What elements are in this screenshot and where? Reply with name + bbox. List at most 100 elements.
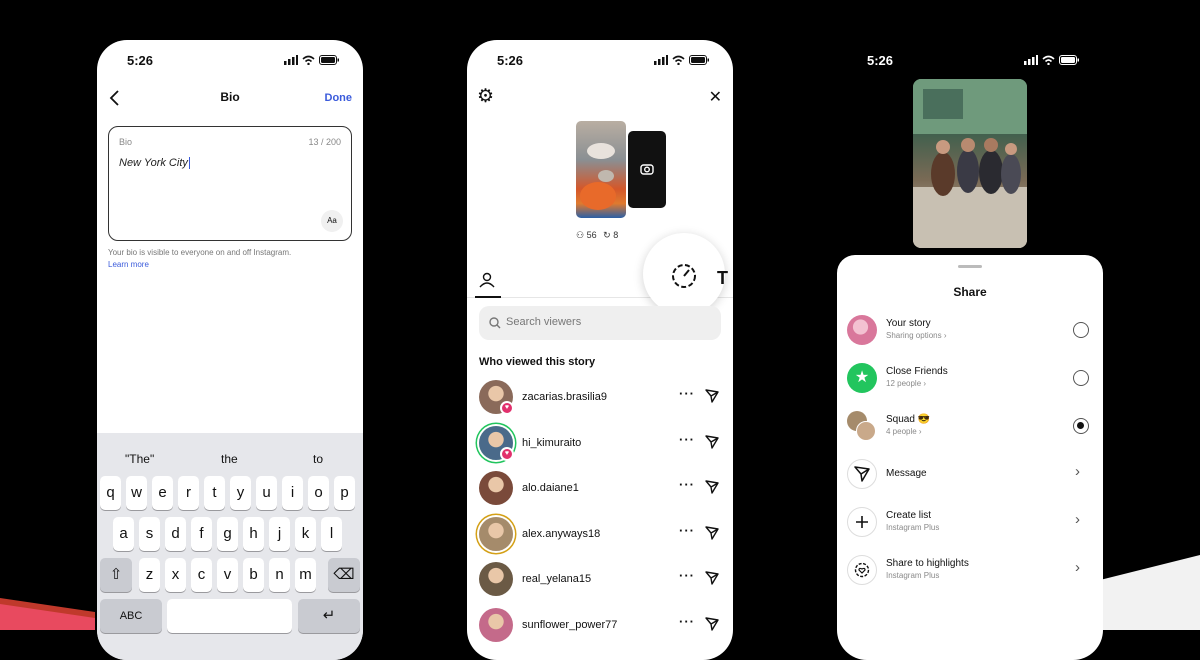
key[interactable]: e	[152, 476, 173, 510]
key[interactable]: c	[191, 558, 212, 592]
send-message-icon[interactable]	[705, 389, 719, 408]
key[interactable]: o	[308, 476, 329, 510]
key[interactable]: g	[217, 517, 238, 551]
chevron-right-icon[interactable]: ›	[1075, 463, 1080, 480]
viewer-row[interactable]: alex.anyways18 ···	[479, 516, 721, 555]
send-message-icon[interactable]	[705, 480, 719, 499]
suggestion-1[interactable]: "The"	[125, 452, 154, 466]
send-message-icon[interactable]	[705, 434, 719, 454]
bio-field[interactable]: Bio 13 / 200 New York City Aa	[108, 126, 352, 241]
key[interactable]: b	[243, 558, 264, 592]
share-option-row[interactable]: Share to highlights Instagram Plus ›	[847, 553, 1093, 593]
avatar[interactable]	[479, 562, 513, 596]
key[interactable]: l	[321, 517, 342, 551]
chevron-right-icon[interactable]: ›	[1075, 559, 1080, 576]
more-options-icon[interactable]: ···	[679, 614, 695, 629]
close-icon[interactable]: ✕	[709, 87, 722, 107]
select-radio[interactable]	[1073, 370, 1089, 386]
share-option-subtitle[interactable]: Instagram Plus	[886, 571, 939, 580]
shift-key[interactable]: ⇧	[100, 558, 132, 592]
learn-more-link[interactable]: Learn more	[108, 260, 149, 269]
viewer-username[interactable]: real_yelana15	[522, 573, 591, 585]
viewer-row[interactable]: ♥ zacarias.brasilia9 ···	[479, 380, 721, 418]
viewer-username[interactable]: alex.anyways18	[522, 528, 600, 540]
tab-overflow-icon[interactable]: T	[717, 268, 728, 289]
send-message-icon[interactable]	[705, 525, 719, 545]
viewer-username[interactable]: sunflower_power77	[522, 619, 617, 631]
key[interactable]: i	[282, 476, 303, 510]
phone-bio-editor: 5:26 Bio Done Bio 13 / 200 New York City…	[97, 40, 363, 660]
tab-viewers-icon[interactable]	[479, 272, 495, 288]
wifi-icon	[672, 55, 685, 65]
key[interactable]: a	[113, 517, 134, 551]
done-button[interactable]: Done	[325, 92, 353, 104]
more-options-icon[interactable]: ···	[679, 386, 695, 401]
share-option-subtitle[interactable]: 12 people ›	[886, 379, 926, 388]
share-option-subtitle[interactable]: Sharing options ›	[886, 331, 946, 340]
key[interactable]: q	[100, 476, 121, 510]
share-option-row[interactable]: Message ›	[847, 457, 1093, 497]
more-options-icon[interactable]: ···	[679, 432, 695, 447]
viewer-username[interactable]: alo.daiane1	[522, 482, 579, 494]
key[interactable]: f	[191, 517, 212, 551]
share-option-row[interactable]: Squad 😎 4 people ›	[847, 409, 1093, 449]
battery-icon	[319, 55, 339, 65]
more-options-icon[interactable]: ···	[679, 477, 695, 492]
return-key[interactable]: ↵	[298, 599, 360, 633]
select-radio[interactable]	[1073, 418, 1089, 434]
send-message-icon[interactable]	[705, 616, 719, 636]
key[interactable]: h	[243, 517, 264, 551]
key[interactable]: n	[269, 558, 290, 592]
key[interactable]: v	[217, 558, 238, 592]
key[interactable]: t	[204, 476, 225, 510]
key[interactable]: z	[139, 558, 160, 592]
viewer-row[interactable]: ♥ hi_kimuraito ···	[479, 425, 721, 464]
abc-key[interactable]: ABC	[100, 599, 162, 633]
viewer-username[interactable]: hi_kimuraito	[522, 437, 581, 449]
delete-key[interactable]: ⌫	[328, 558, 360, 592]
send-message-icon[interactable]	[705, 571, 719, 590]
key[interactable]: w	[126, 476, 147, 510]
share-option-title: Share to highlights	[886, 558, 969, 569]
chevron-right-icon[interactable]: ›	[1075, 511, 1080, 528]
avatar[interactable]	[479, 471, 513, 505]
share-option-title: Squad 😎	[886, 414, 931, 425]
viewer-row[interactable]: alo.daiane1 ···	[479, 471, 721, 509]
key[interactable]: d	[165, 517, 186, 551]
key[interactable]: x	[165, 558, 186, 592]
viewer-row[interactable]: sunflower_power77 ···	[479, 607, 721, 646]
story-thumbnail[interactable]	[576, 121, 626, 218]
bio-value[interactable]: New York City	[119, 157, 190, 169]
share-option-row[interactable]: Create list Instagram Plus ›	[847, 505, 1093, 545]
key[interactable]: m	[295, 558, 316, 592]
key[interactable]: p	[334, 476, 355, 510]
share-option-row[interactable]: Your story Sharing options ›	[847, 313, 1093, 353]
key[interactable]: s	[139, 517, 160, 551]
key[interactable]: k	[295, 517, 316, 551]
key[interactable]: j	[269, 517, 290, 551]
avatar[interactable]	[479, 607, 513, 642]
share-option-row[interactable]: ★ Close Friends 12 people ›	[847, 361, 1093, 401]
key[interactable]: r	[178, 476, 199, 510]
wifi-icon	[1042, 55, 1055, 65]
select-radio[interactable]	[1073, 322, 1089, 338]
more-options-icon[interactable]: ···	[679, 568, 695, 583]
suggestion-3[interactable]: to	[313, 452, 323, 466]
search-viewers-input[interactable]: Search viewers	[479, 306, 721, 340]
avatar[interactable]	[479, 516, 513, 551]
key[interactable]: y	[230, 476, 251, 510]
key[interactable]: u	[256, 476, 277, 510]
sheet-grabber[interactable]	[958, 265, 982, 268]
camera-card[interactable]	[628, 131, 666, 208]
share-option-subtitle[interactable]: Instagram Plus	[886, 523, 939, 532]
share-title: Share	[953, 285, 987, 299]
insights-magnifier[interactable]	[643, 233, 725, 315]
text-format-button[interactable]: Aa	[321, 210, 343, 232]
suggestion-2[interactable]: the	[221, 452, 238, 466]
more-options-icon[interactable]: ···	[679, 523, 695, 538]
settings-gear-icon[interactable]: ⚙	[477, 85, 494, 108]
share-option-subtitle[interactable]: 4 people ›	[886, 427, 922, 436]
space-key[interactable]	[167, 599, 292, 633]
viewer-username[interactable]: zacarias.brasilia9	[522, 391, 607, 403]
viewer-row[interactable]: real_yelana15 ···	[479, 562, 721, 600]
